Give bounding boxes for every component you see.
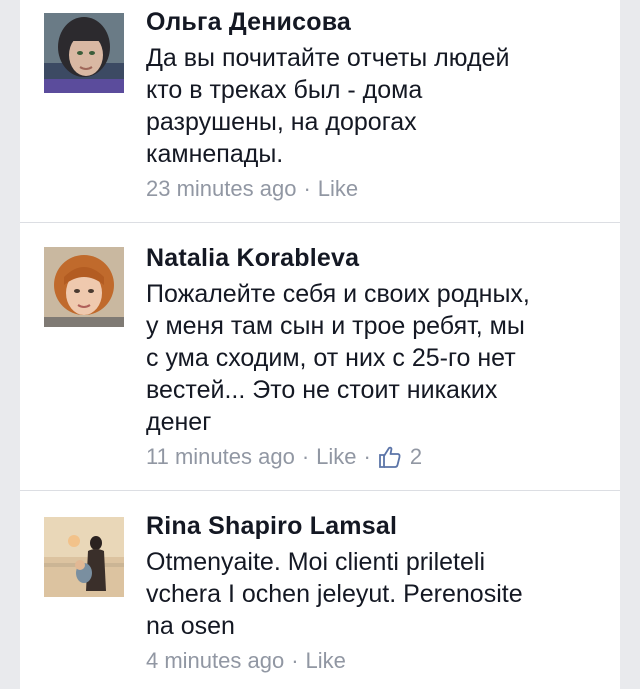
comment-text-line: Otmenyaite. Moi clienti prileteli — [146, 548, 486, 576]
comment-text-line: кто в треках был - дома — [146, 76, 423, 104]
comment-item: Ольга Денисова Да вы почитайте отчеты лю… — [20, 0, 620, 223]
like-count[interactable]: 2 — [410, 444, 422, 470]
separator: · — [363, 444, 371, 469]
comment-item: Natalia Korableva Пожалейте себя и своих… — [20, 222, 620, 491]
comment-meta: 23 minutes ago · Like — [146, 176, 358, 202]
comment-text-line: с ума сходим, от них с 25-го нет — [146, 344, 516, 372]
comment-text-line: разрушены, на дорогах — [146, 108, 417, 136]
comment-item: Rina Shapiro Lamsal Otmenyaite. Moi clie… — [20, 490, 620, 689]
comment-text-line: Пожалейте себя и своих родных, — [146, 280, 530, 308]
comment-text: Да вы почитайте отчеты людей кто в трека… — [146, 42, 606, 170]
comment-text-line: у меня там сын и трое ребят, мы — [146, 312, 525, 340]
avatar[interactable] — [44, 13, 124, 93]
comment-meta: 11 minutes ago · Like · 2 — [146, 444, 422, 470]
comment-text-line: денег — [146, 408, 212, 436]
comment-meta: 4 minutes ago · Like — [146, 648, 346, 674]
separator: · — [291, 648, 299, 673]
comment-text-line: vchera I ochen jeleyut. Perenosite — [146, 580, 523, 608]
comment-text: Пожалейте себя и своих родных, у меня та… — [146, 278, 606, 438]
comment-text-line: na osen — [146, 612, 235, 640]
comment-author[interactable]: Ольга Денисова — [146, 8, 351, 37]
thumbs-up-icon[interactable] — [378, 445, 402, 469]
comment-text-line: камнепады. — [146, 140, 284, 168]
like-link[interactable]: Like — [318, 176, 358, 202]
comment-timestamp: 4 minutes ago — [146, 648, 285, 673]
comments-feed: Ольга Денисова Да вы почитайте отчеты лю… — [20, 0, 620, 689]
comment-timestamp: 23 minutes ago — [146, 176, 297, 201]
comment-text-line: Да вы почитайте отчеты людей — [146, 44, 510, 72]
separator: · — [301, 444, 310, 469]
like-link[interactable]: Like — [306, 648, 346, 674]
avatar-photo — [44, 247, 124, 327]
avatar-photo — [44, 517, 124, 597]
comment-author[interactable]: Rina Shapiro Lamsal — [146, 512, 397, 541]
like-link[interactable]: Like — [316, 444, 356, 470]
comment-text-line: вестей... Это не стоит никаких — [146, 376, 498, 404]
comment-timestamp: 11 minutes ago — [146, 444, 295, 469]
avatar-photo — [44, 13, 124, 93]
separator: · — [303, 176, 311, 201]
comment-author[interactable]: Natalia Korableva — [146, 244, 359, 273]
avatar[interactable] — [44, 247, 124, 327]
comment-text: Otmenyaite. Moi clienti prileteli vchera… — [146, 546, 606, 642]
avatar[interactable] — [44, 517, 124, 597]
